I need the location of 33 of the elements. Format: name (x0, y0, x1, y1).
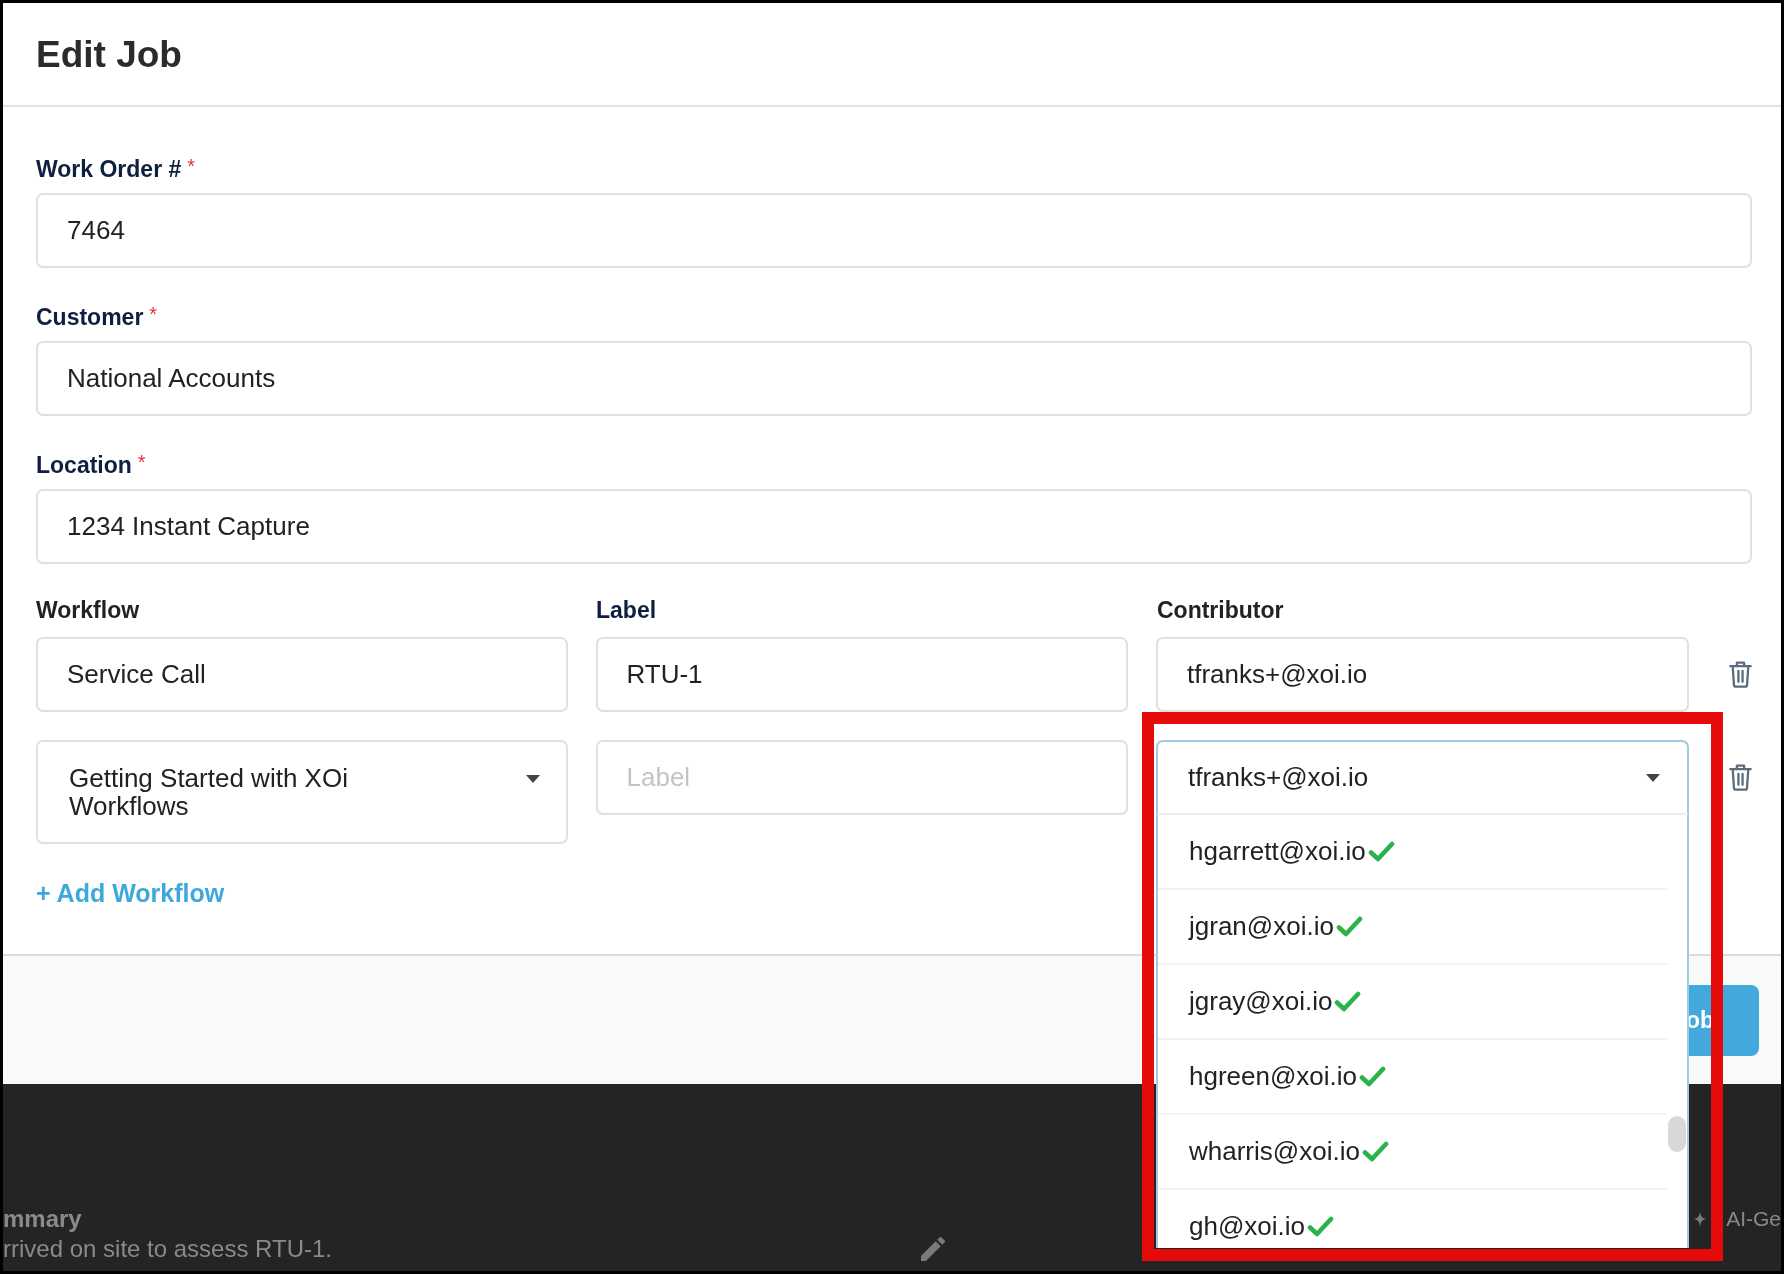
required-mark: * (187, 155, 196, 177)
text-field[interactable]: 7464 (36, 193, 1752, 268)
sparkle-icon (1694, 1211, 1707, 1227)
dropdown-option[interactable]: jgran@xoi.io (1158, 890, 1667, 965)
caret-icon (525, 775, 540, 783)
field-label: Location (36, 451, 132, 480)
field-label: Work Order # (36, 155, 182, 184)
column-heading: Label (596, 597, 657, 623)
dialog-title: Edit Job (36, 35, 182, 73)
column-heading: Workflow (36, 597, 140, 623)
contributor-select[interactable]: tfranks+@xoi.io (1156, 740, 1689, 815)
dropdown-option[interactable]: wharris@xoi.io (1158, 1115, 1667, 1190)
side-text: AI-Ge (1726, 1206, 1781, 1232)
trash-icon[interactable] (1729, 764, 1752, 791)
pencil-icon[interactable] (921, 1237, 945, 1261)
required-mark: * (149, 303, 158, 325)
column-heading: Contributor (1157, 597, 1284, 623)
contributor-field[interactable]: tfranks+@xoi.io (1156, 637, 1689, 712)
trash-icon[interactable] (1729, 661, 1752, 688)
required-mark: * (137, 451, 146, 473)
scrollbar-thumb[interactable] (1668, 1116, 1686, 1152)
caret-icon (1646, 773, 1660, 782)
workflow-field[interactable]: Service Call (36, 637, 568, 712)
workflow-select[interactable]: Getting Started with XOi Workflows (36, 740, 568, 844)
label-field[interactable]: RTU-1 (595, 637, 1128, 712)
section-heading: mmary (3, 1204, 82, 1234)
text-field[interactable]: National Accounts (36, 341, 1752, 416)
dropdown-option[interactable]: jgray@xoi.io (1158, 965, 1667, 1040)
text-field[interactable]: 1234 Instant Capture (36, 489, 1752, 564)
dropdown-option[interactable]: hgarrett@xoi.io (1158, 815, 1667, 890)
dropdown-option[interactable]: hgreen@xoi.io (1158, 1040, 1667, 1115)
summary-text: rrived on site to assess RTU-1. (3, 1234, 333, 1264)
field-label: Customer (36, 303, 144, 332)
